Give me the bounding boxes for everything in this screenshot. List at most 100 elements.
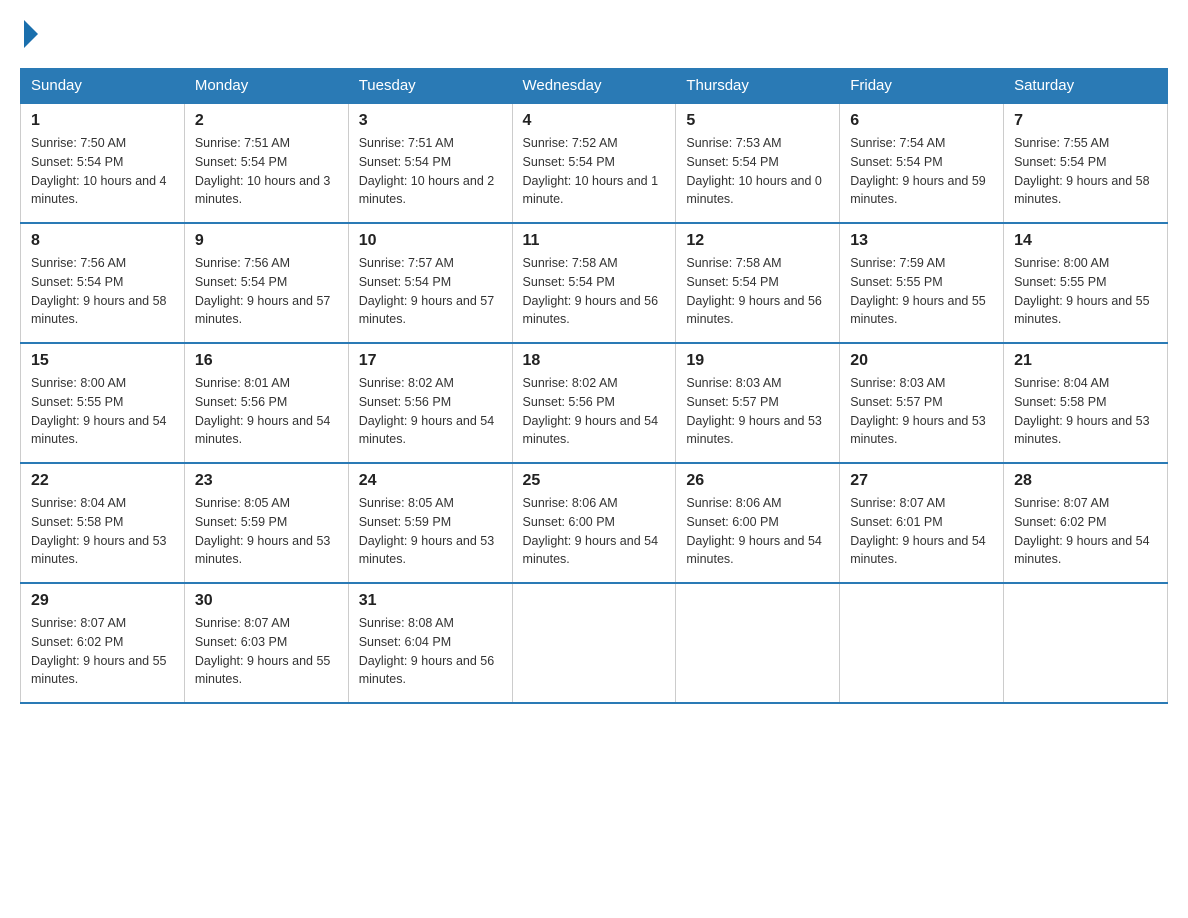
daylight-label: Daylight: 9 hours and 53 minutes. bbox=[195, 534, 331, 567]
daylight-label: Daylight: 10 hours and 0 minutes. bbox=[686, 174, 822, 207]
daylight-label: Daylight: 9 hours and 56 minutes. bbox=[359, 654, 495, 687]
day-info: Sunrise: 8:05 AM Sunset: 5:59 PM Dayligh… bbox=[195, 494, 338, 569]
calendar-week-row: 15 Sunrise: 8:00 AM Sunset: 5:55 PM Dayl… bbox=[21, 343, 1168, 463]
sunset-label: Sunset: 5:58 PM bbox=[1014, 395, 1106, 409]
sunset-label: Sunset: 5:59 PM bbox=[195, 515, 287, 529]
day-info: Sunrise: 7:53 AM Sunset: 5:54 PM Dayligh… bbox=[686, 134, 829, 209]
calendar-day-cell: 10 Sunrise: 7:57 AM Sunset: 5:54 PM Dayl… bbox=[348, 223, 512, 343]
day-number: 1 bbox=[31, 112, 174, 130]
sunset-label: Sunset: 6:01 PM bbox=[850, 515, 942, 529]
sunrise-label: Sunrise: 7:58 AM bbox=[523, 256, 618, 270]
day-number: 30 bbox=[195, 592, 338, 610]
calendar-day-cell: 29 Sunrise: 8:07 AM Sunset: 6:02 PM Dayl… bbox=[21, 583, 185, 703]
sunset-label: Sunset: 6:04 PM bbox=[359, 635, 451, 649]
day-number: 21 bbox=[1014, 352, 1157, 370]
daylight-label: Daylight: 9 hours and 55 minutes. bbox=[195, 654, 331, 687]
day-number: 13 bbox=[850, 232, 993, 250]
logo-arrow-icon bbox=[24, 20, 38, 48]
day-info: Sunrise: 7:56 AM Sunset: 5:54 PM Dayligh… bbox=[195, 254, 338, 329]
day-info: Sunrise: 8:07 AM Sunset: 6:03 PM Dayligh… bbox=[195, 614, 338, 689]
sunrise-label: Sunrise: 8:07 AM bbox=[850, 496, 945, 510]
day-number: 20 bbox=[850, 352, 993, 370]
daylight-label: Daylight: 9 hours and 53 minutes. bbox=[850, 414, 986, 447]
calendar-day-cell: 21 Sunrise: 8:04 AM Sunset: 5:58 PM Dayl… bbox=[1004, 343, 1168, 463]
day-info: Sunrise: 8:02 AM Sunset: 5:56 PM Dayligh… bbox=[359, 374, 502, 449]
sunset-label: Sunset: 6:02 PM bbox=[1014, 515, 1106, 529]
sunset-label: Sunset: 5:54 PM bbox=[523, 275, 615, 289]
page-header bbox=[20, 20, 1168, 48]
day-number: 27 bbox=[850, 472, 993, 490]
day-info: Sunrise: 7:51 AM Sunset: 5:54 PM Dayligh… bbox=[195, 134, 338, 209]
sunrise-label: Sunrise: 8:06 AM bbox=[686, 496, 781, 510]
daylight-label: Daylight: 9 hours and 58 minutes. bbox=[1014, 174, 1150, 207]
sunset-label: Sunset: 5:59 PM bbox=[359, 515, 451, 529]
calendar-day-header: Monday bbox=[184, 69, 348, 104]
daylight-label: Daylight: 9 hours and 53 minutes. bbox=[686, 414, 822, 447]
day-info: Sunrise: 8:02 AM Sunset: 5:56 PM Dayligh… bbox=[523, 374, 666, 449]
calendar-day-header: Friday bbox=[840, 69, 1004, 104]
day-number: 8 bbox=[31, 232, 174, 250]
day-number: 17 bbox=[359, 352, 502, 370]
day-info: Sunrise: 8:07 AM Sunset: 6:02 PM Dayligh… bbox=[1014, 494, 1157, 569]
day-number: 19 bbox=[686, 352, 829, 370]
calendar-day-cell: 11 Sunrise: 7:58 AM Sunset: 5:54 PM Dayl… bbox=[512, 223, 676, 343]
daylight-label: Daylight: 9 hours and 58 minutes. bbox=[31, 294, 167, 327]
sunset-label: Sunset: 5:54 PM bbox=[195, 275, 287, 289]
day-info: Sunrise: 8:04 AM Sunset: 5:58 PM Dayligh… bbox=[31, 494, 174, 569]
daylight-label: Daylight: 9 hours and 53 minutes. bbox=[1014, 414, 1150, 447]
daylight-label: Daylight: 9 hours and 53 minutes. bbox=[31, 534, 167, 567]
day-info: Sunrise: 8:00 AM Sunset: 5:55 PM Dayligh… bbox=[1014, 254, 1157, 329]
day-info: Sunrise: 8:03 AM Sunset: 5:57 PM Dayligh… bbox=[686, 374, 829, 449]
sunrise-label: Sunrise: 8:07 AM bbox=[31, 616, 126, 630]
calendar-day-cell: 4 Sunrise: 7:52 AM Sunset: 5:54 PM Dayli… bbox=[512, 103, 676, 223]
sunrise-label: Sunrise: 7:51 AM bbox=[195, 136, 290, 150]
sunrise-label: Sunrise: 8:08 AM bbox=[359, 616, 454, 630]
day-number: 22 bbox=[31, 472, 174, 490]
day-info: Sunrise: 7:59 AM Sunset: 5:55 PM Dayligh… bbox=[850, 254, 993, 329]
daylight-label: Daylight: 9 hours and 54 minutes. bbox=[686, 534, 822, 567]
calendar-day-cell: 31 Sunrise: 8:08 AM Sunset: 6:04 PM Dayl… bbox=[348, 583, 512, 703]
calendar-day-header: Sunday bbox=[21, 69, 185, 104]
daylight-label: Daylight: 9 hours and 54 minutes. bbox=[359, 414, 495, 447]
sunset-label: Sunset: 5:54 PM bbox=[523, 155, 615, 169]
sunset-label: Sunset: 6:02 PM bbox=[31, 635, 123, 649]
calendar-header-row: SundayMondayTuesdayWednesdayThursdayFrid… bbox=[21, 69, 1168, 104]
day-info: Sunrise: 7:58 AM Sunset: 5:54 PM Dayligh… bbox=[686, 254, 829, 329]
daylight-label: Daylight: 9 hours and 54 minutes. bbox=[523, 534, 659, 567]
day-info: Sunrise: 8:05 AM Sunset: 5:59 PM Dayligh… bbox=[359, 494, 502, 569]
calendar-day-cell: 9 Sunrise: 7:56 AM Sunset: 5:54 PM Dayli… bbox=[184, 223, 348, 343]
sunrise-label: Sunrise: 7:56 AM bbox=[195, 256, 290, 270]
day-number: 16 bbox=[195, 352, 338, 370]
sunset-label: Sunset: 5:57 PM bbox=[686, 395, 778, 409]
day-info: Sunrise: 8:07 AM Sunset: 6:01 PM Dayligh… bbox=[850, 494, 993, 569]
daylight-label: Daylight: 10 hours and 1 minute. bbox=[523, 174, 659, 207]
sunset-label: Sunset: 5:55 PM bbox=[31, 395, 123, 409]
sunset-label: Sunset: 5:54 PM bbox=[686, 275, 778, 289]
daylight-label: Daylight: 9 hours and 53 minutes. bbox=[359, 534, 495, 567]
day-number: 26 bbox=[686, 472, 829, 490]
day-info: Sunrise: 8:00 AM Sunset: 5:55 PM Dayligh… bbox=[31, 374, 174, 449]
sunrise-label: Sunrise: 7:58 AM bbox=[686, 256, 781, 270]
day-number: 6 bbox=[850, 112, 993, 130]
calendar-day-header: Saturday bbox=[1004, 69, 1168, 104]
day-number: 3 bbox=[359, 112, 502, 130]
sunset-label: Sunset: 5:54 PM bbox=[686, 155, 778, 169]
sunrise-label: Sunrise: 8:05 AM bbox=[359, 496, 454, 510]
sunset-label: Sunset: 6:00 PM bbox=[523, 515, 615, 529]
daylight-label: Daylight: 9 hours and 57 minutes. bbox=[359, 294, 495, 327]
day-number: 31 bbox=[359, 592, 502, 610]
daylight-label: Daylight: 9 hours and 59 minutes. bbox=[850, 174, 986, 207]
sunrise-label: Sunrise: 7:54 AM bbox=[850, 136, 945, 150]
day-number: 28 bbox=[1014, 472, 1157, 490]
day-number: 18 bbox=[523, 352, 666, 370]
day-number: 9 bbox=[195, 232, 338, 250]
day-number: 23 bbox=[195, 472, 338, 490]
sunrise-label: Sunrise: 8:03 AM bbox=[850, 376, 945, 390]
day-info: Sunrise: 8:08 AM Sunset: 6:04 PM Dayligh… bbox=[359, 614, 502, 689]
sunrise-label: Sunrise: 8:00 AM bbox=[31, 376, 126, 390]
day-info: Sunrise: 8:04 AM Sunset: 5:58 PM Dayligh… bbox=[1014, 374, 1157, 449]
daylight-label: Daylight: 10 hours and 2 minutes. bbox=[359, 174, 495, 207]
calendar-table: SundayMondayTuesdayWednesdayThursdayFrid… bbox=[20, 68, 1168, 704]
sunrise-label: Sunrise: 8:05 AM bbox=[195, 496, 290, 510]
sunrise-label: Sunrise: 7:55 AM bbox=[1014, 136, 1109, 150]
